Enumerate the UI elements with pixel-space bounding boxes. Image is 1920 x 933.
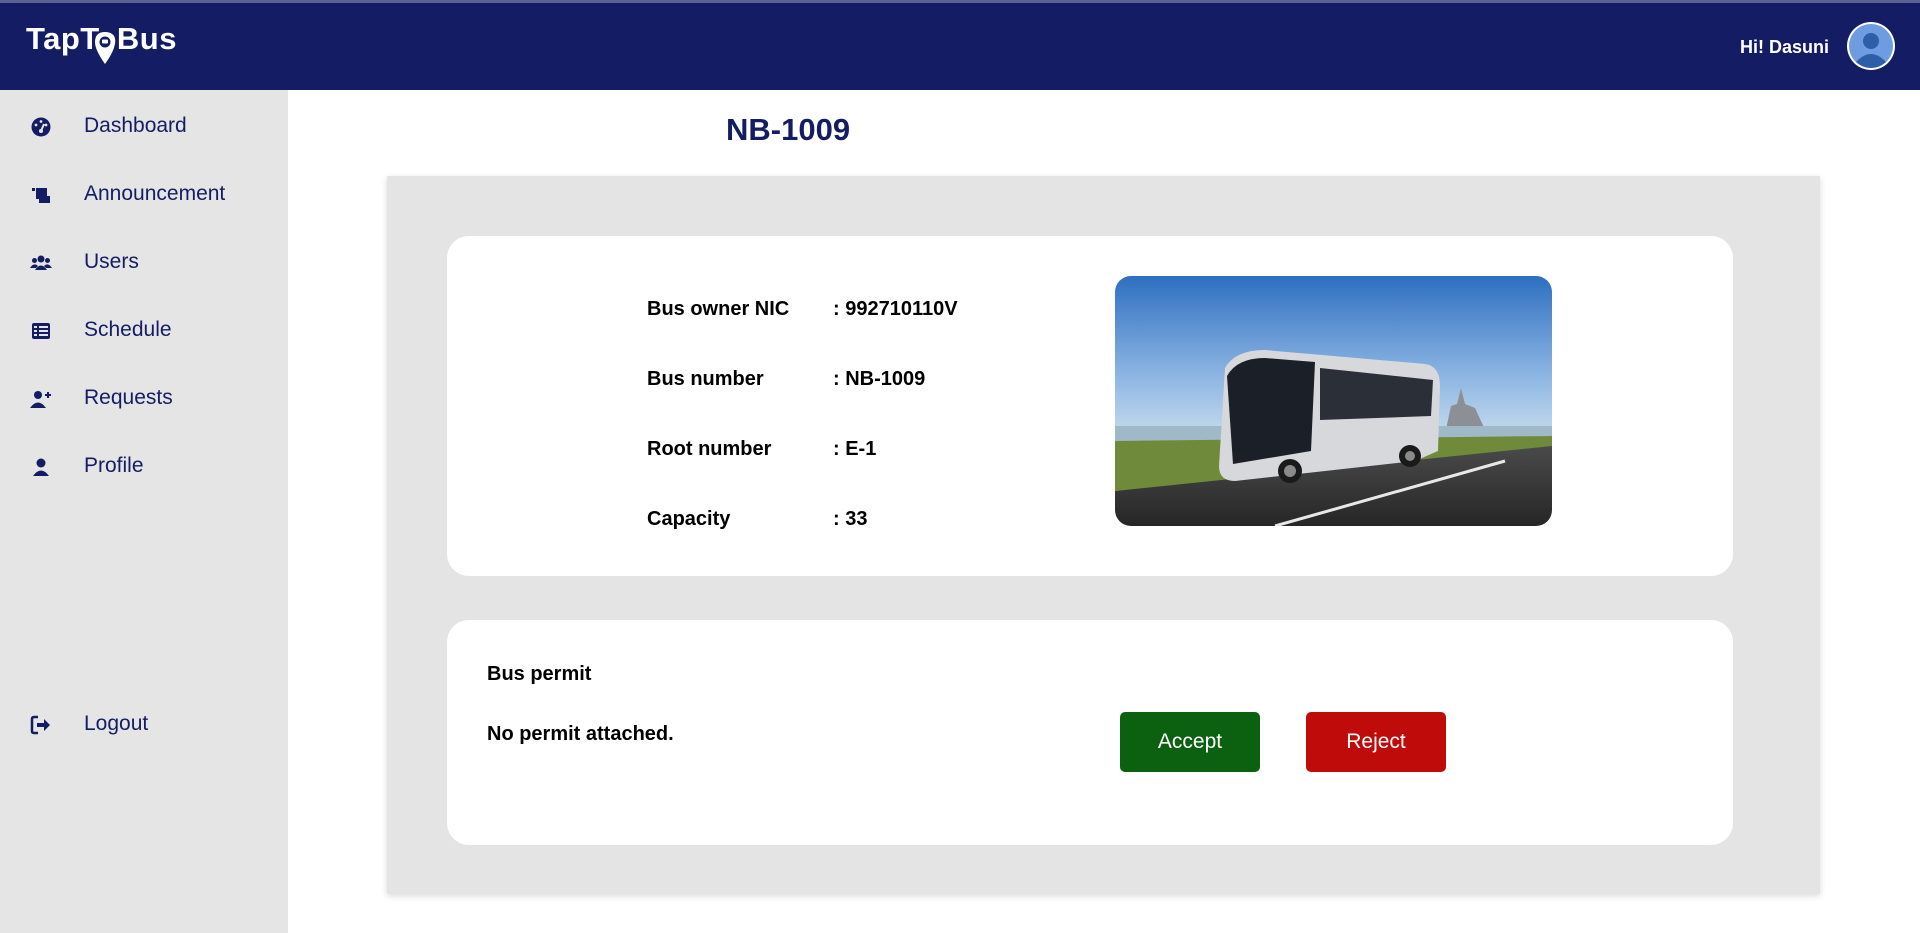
- sidebar-item-label: Schedule: [84, 318, 172, 341]
- logout-label: Logout: [84, 712, 149, 735]
- owner-nic-value: : 992710110V: [833, 298, 958, 320]
- owner-nic-label: Bus owner NIC: [647, 298, 790, 320]
- sidebar-item-label: Profile: [84, 454, 144, 477]
- sidebar-item-announcement[interactable]: Announcement: [0, 170, 288, 220]
- bus-number-label: Bus number: [647, 368, 764, 390]
- root-number-value: : E-1: [833, 438, 877, 460]
- announcement-icon: [32, 188, 50, 203]
- page-title: NB-1009: [726, 112, 851, 147]
- avatar[interactable]: [1847, 22, 1895, 70]
- add-user-icon: [30, 391, 51, 408]
- sidebar-item-label: Users: [84, 250, 139, 273]
- sidebar-item-dashboard[interactable]: Dashboard: [0, 102, 288, 152]
- reject-button[interactable]: Reject: [1306, 712, 1446, 772]
- root-number-label: Root number: [647, 438, 772, 460]
- capacity-value: : 33: [833, 508, 868, 530]
- capacity-label: Capacity: [647, 508, 731, 530]
- bus-photo: [1115, 276, 1552, 526]
- sidebar-item-label: Announcement: [84, 182, 226, 205]
- sidebar-item-label: Requests: [84, 386, 173, 409]
- dashboard-icon: [31, 117, 51, 137]
- logout-button[interactable]: Logout: [0, 700, 288, 750]
- profile-icon: [33, 458, 49, 476]
- accept-button[interactable]: Accept: [1120, 712, 1260, 772]
- logo-pin-icon: [95, 32, 115, 64]
- schedule-icon: [32, 323, 50, 339]
- sidebar: Dashboard Announcement Users Schedule Re…: [0, 90, 288, 933]
- top-header: TapToBus Hi! Dasuni: [0, 3, 1920, 90]
- sidebar-item-profile[interactable]: Profile: [0, 442, 288, 492]
- avatar-icon: [1849, 24, 1893, 68]
- users-icon: [30, 255, 52, 270]
- bus-number-value: : NB-1009: [833, 368, 926, 390]
- logout-icon: [30, 715, 50, 735]
- permit-note: No permit attached.: [487, 723, 674, 745]
- sidebar-item-schedule[interactable]: Schedule: [0, 306, 288, 356]
- sidebar-item-users[interactable]: Users: [0, 238, 288, 288]
- permit-title: Bus permit: [487, 663, 592, 685]
- bus-image: [1115, 276, 1552, 526]
- user-greeting: Hi! Dasuni: [1739, 37, 1829, 57]
- sidebar-item-label: Dashboard: [84, 114, 187, 137]
- sidebar-item-requests[interactable]: Requests: [0, 374, 288, 424]
